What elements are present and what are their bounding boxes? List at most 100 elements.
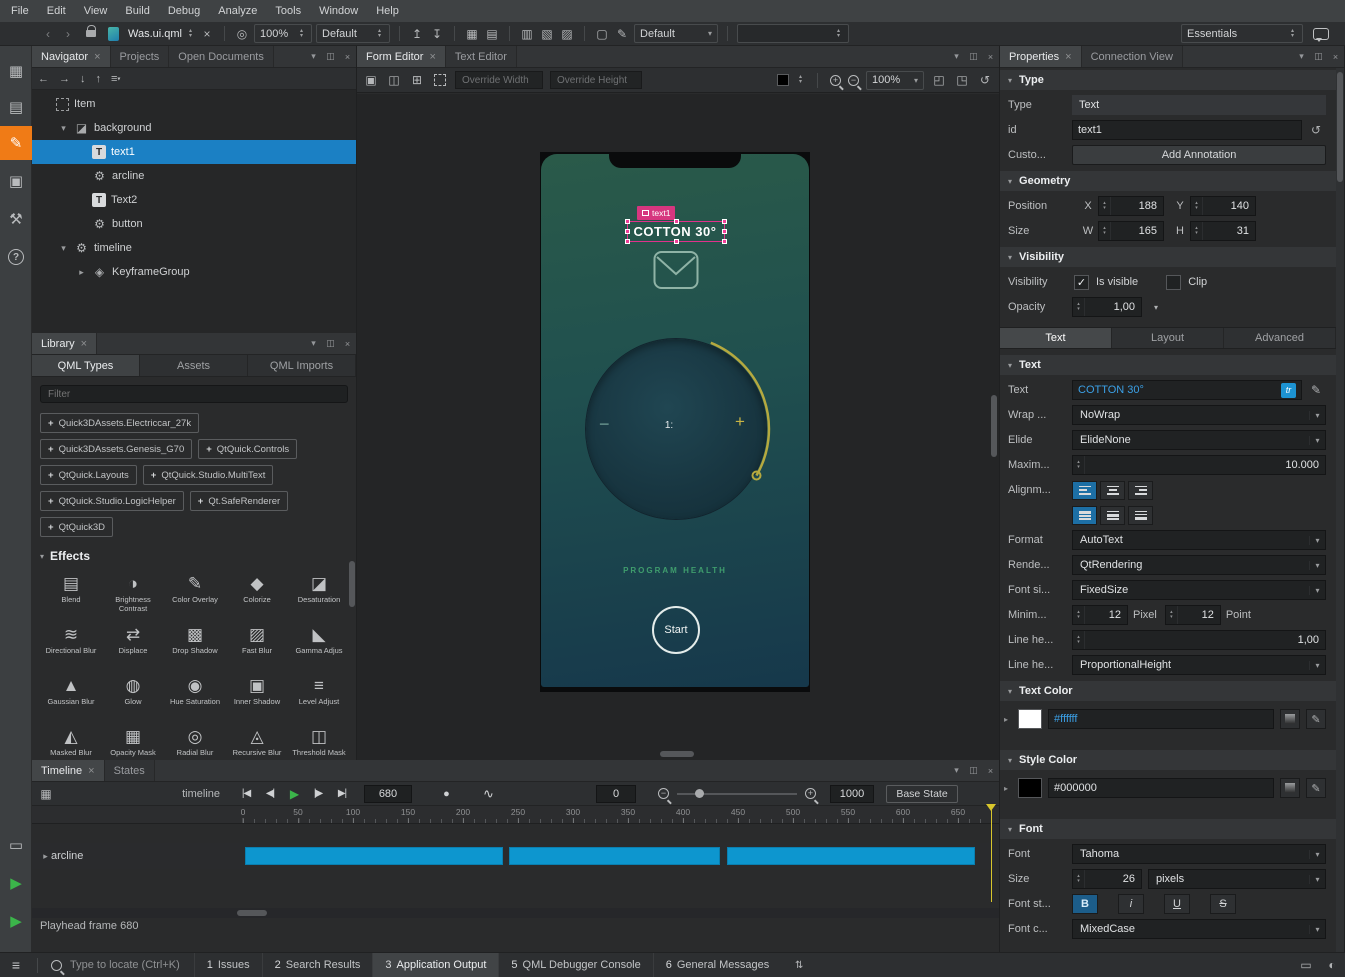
tab-states[interactable]: States [105, 760, 155, 781]
format-dropdown[interactable]: AutoText▾ [1072, 530, 1326, 550]
effect-displace[interactable]: ⇄Displace [102, 618, 164, 669]
range-end-field[interactable]: 1000 [830, 785, 874, 803]
close-document-icon[interactable]: × [199, 25, 215, 43]
vertical-scrollbar[interactable] [349, 561, 355, 607]
tree-item-button[interactable]: ⚙button [32, 212, 356, 236]
menu-edit[interactable]: Edit [38, 2, 75, 20]
align-bottom-button[interactable] [1128, 506, 1153, 525]
chevron-down-icon[interactable]: ▾ [305, 46, 322, 67]
dial-minus-button[interactable]: − [599, 414, 610, 435]
effect-colorize[interactable]: ◆Colorize [226, 567, 288, 618]
previous-frame-button[interactable]: ◀| [258, 788, 282, 799]
matrix-icon[interactable]: ▦ [464, 25, 480, 43]
debug-mode-icon[interactable]: ▣ [0, 164, 32, 198]
record-button[interactable]: ● [434, 788, 458, 800]
tab-layout[interactable]: Layout [1112, 328, 1224, 348]
design-mode-icon[interactable]: ✎ [0, 126, 32, 160]
close-icon[interactable]: × [81, 338, 87, 350]
text-input[interactable]: COTTON 30° tr [1072, 380, 1302, 400]
menu-icon[interactable]: ≡ [0, 957, 32, 973]
resize-handle[interactable] [625, 239, 630, 244]
reset-icon[interactable]: ↺ [1306, 123, 1326, 137]
is-visible-checkbox[interactable]: ✓ [1074, 275, 1089, 290]
effect-gaussian-blur[interactable]: ▲Gaussian Blur [40, 669, 102, 720]
chevron-down-icon[interactable]: ▾ [948, 46, 965, 67]
resize-handle[interactable] [722, 229, 727, 234]
close-icon[interactable]: × [94, 51, 100, 63]
reset-view-icon[interactable]: ↺ [977, 71, 993, 89]
lock-icon[interactable] [86, 30, 96, 37]
resize-handle[interactable] [625, 229, 630, 234]
snapping-icon[interactable]: ◫ [386, 71, 402, 89]
expander-icon[interactable]: ▾ [58, 123, 69, 134]
style-color-swatch[interactable] [1018, 778, 1042, 798]
import-qtquick.layouts[interactable]: +QtQuick.Layouts [40, 465, 137, 485]
fit-screen-icon[interactable]: ◰ [931, 71, 947, 89]
move-down-icon[interactable]: ↓ [80, 73, 86, 85]
text-color-swatch[interactable] [1018, 709, 1042, 729]
phone-screen[interactable]: COTTON 30° − + 1: PROGRAM HEALTH Start [541, 154, 809, 687]
import-qtquick3d[interactable]: +QtQuick3D [40, 517, 113, 537]
no-snapping-icon[interactable]: ▣ [363, 71, 379, 89]
scrollbar-thumb[interactable] [1337, 72, 1343, 182]
font-unit-dropdown[interactable]: pixels▾ [1148, 869, 1326, 889]
close-icon[interactable]: × [429, 51, 435, 63]
add-annotation-button[interactable]: Add Annotation [1072, 145, 1326, 165]
pane-arrows-icon[interactable]: ⇅ [791, 956, 807, 974]
effect-hue-saturation[interactable]: ◉Hue Saturation [164, 669, 226, 720]
filter-icon[interactable]: ≡▾ [111, 73, 120, 85]
canvas-color-stepper[interactable]: ▴▾ [799, 75, 802, 85]
live-preview-icon[interactable]: ▭ [0, 828, 32, 862]
import-quick3dassets.electriccar_27k[interactable]: +Quick3DAssets.Electriccar_27k [40, 413, 199, 433]
scrollbar-thumb[interactable] [237, 910, 267, 916]
expander-icon[interactable]: ▾ [58, 243, 69, 254]
effect-glow[interactable]: ◍Glow [102, 669, 164, 720]
output-pane-issues[interactable]: 1Issues [194, 953, 262, 977]
help-icon[interactable]: ? [0, 240, 32, 274]
tab-form-editor[interactable]: Form Editor× [357, 46, 446, 67]
rows-icon[interactable]: ▤ [484, 25, 500, 43]
frame-icon[interactable]: ▢ [594, 25, 610, 43]
font-section-header[interactable]: ▾Font [1000, 819, 1336, 839]
style-color-input[interactable]: #000000 [1048, 778, 1274, 798]
workspace-select[interactable]: ▴▾ [737, 24, 849, 43]
dial-plus-button[interactable]: + [735, 412, 745, 432]
close-icon[interactable]: × [88, 765, 94, 777]
render-type-dropdown[interactable]: QtRendering▾ [1072, 555, 1326, 575]
canvas-zoom-select[interactable]: 100%▴▾ [254, 24, 312, 43]
document-switcher-icon[interactable]: ▴▾ [189, 29, 192, 39]
align-center-button[interactable] [1100, 481, 1125, 500]
clip-checkbox[interactable] [1166, 275, 1181, 290]
current-frame-field[interactable]: 680 [364, 785, 412, 803]
close-icon[interactable]: × [982, 760, 999, 781]
minimum-point-spinner[interactable]: ▴▾12 [1165, 605, 1221, 625]
split-icon[interactable]: ◫ [965, 46, 982, 67]
resize-handle[interactable] [625, 219, 630, 224]
gradient-button[interactable] [1280, 778, 1300, 798]
height-spinner[interactable]: ▴▾31 [1190, 221, 1256, 241]
translate-badge[interactable]: tr [1281, 383, 1296, 398]
timeline-zoom-slider[interactable] [677, 793, 797, 795]
menu-tools[interactable]: Tools [266, 2, 310, 20]
zoom-out-icon[interactable]: − [658, 788, 669, 799]
menu-view[interactable]: View [75, 2, 117, 20]
chevron-down-icon[interactable]: ▾ [948, 760, 965, 781]
font-family-dropdown[interactable]: Tahoma▾ [1072, 844, 1326, 864]
zoom-out-icon[interactable]: − [848, 75, 859, 86]
gradient-button[interactable] [1280, 709, 1300, 729]
align-right-button[interactable] [1128, 481, 1153, 500]
anchor-snapping-icon[interactable]: ⊞ [409, 71, 425, 89]
menu-help[interactable]: Help [367, 2, 408, 20]
menu-analyze[interactable]: Analyze [209, 2, 266, 20]
tree-item-text1[interactable]: Ttext1 [32, 140, 356, 164]
output-pane-search-results[interactable]: 2Search Results [262, 953, 373, 977]
theme-contrast-icon[interactable]: ◐ [1319, 958, 1345, 972]
feedback-icon[interactable] [1313, 28, 1329, 40]
menu-build[interactable]: Build [116, 2, 158, 20]
type-section-header[interactable]: ▾Type [1000, 70, 1336, 90]
split-icon[interactable]: ◫ [322, 46, 339, 67]
annotation-icon[interactable]: ✎ [614, 25, 630, 43]
fit-selection-icon[interactable]: ◳ [954, 71, 970, 89]
tab-projects[interactable]: Projects [111, 46, 170, 67]
text-section-header[interactable]: ▾Text [1000, 355, 1336, 375]
